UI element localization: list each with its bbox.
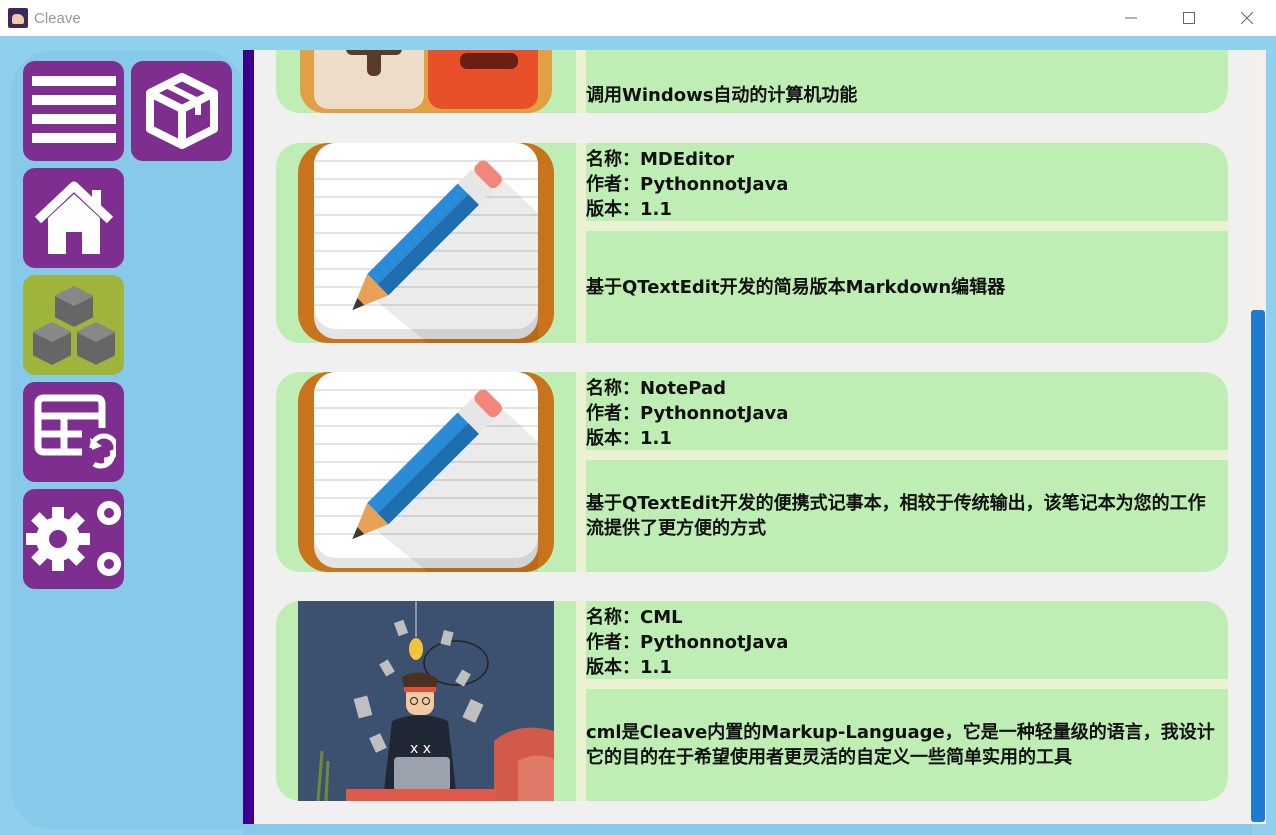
- plugin-version: 版本：1.1: [586, 199, 672, 220]
- plugin-card-mdeditor[interactable]: 名称：MDEditor 作者：PythonnotJava 版本：1.1 基于QT…: [276, 143, 1228, 343]
- card-divider: [576, 143, 586, 343]
- minimize-button[interactable]: [1102, 0, 1160, 36]
- gears-icon: [26, 501, 121, 576]
- plugin-card-cml[interactable]: x x 名称：CML 作者：PythonnotJava 版本：1.1 cml是C…: [276, 601, 1228, 801]
- app-logo-icon: [8, 8, 28, 28]
- plugin-description: 基于QTextEdit开发的简易版本Markdown编辑器: [586, 276, 1006, 298]
- plugin-author: 作者：PythonnotJava: [586, 174, 789, 195]
- scrollbar-thumb[interactable]: [1251, 310, 1265, 822]
- plugin-list[interactable]: 调用Windows自动的计算机功能 名称：MDEditor 作者：Pythonn…: [254, 50, 1250, 824]
- notepad-pencil-icon: [298, 372, 554, 572]
- home-button[interactable]: [23, 168, 124, 268]
- plugin-card-calculator[interactable]: 调用Windows自动的计算机功能: [276, 50, 1228, 113]
- plugin-version: 版本：1.1: [586, 428, 672, 449]
- card-divider: [576, 601, 586, 801]
- plugin-name: 名称：MDEditor: [586, 149, 735, 170]
- maximize-button[interactable]: [1160, 0, 1218, 36]
- card-divider-horizontal: [586, 679, 1228, 689]
- plugin-author: 作者：PythonnotJava: [586, 403, 789, 424]
- plugin-meta: 名称：MDEditor 作者：PythonnotJava 版本：1.1: [586, 147, 788, 222]
- content-bottom-edge: [243, 824, 1252, 835]
- settings-button[interactable]: [23, 489, 124, 589]
- developer-illustration-icon: x x: [298, 601, 554, 801]
- close-icon: [1241, 12, 1253, 24]
- close-button[interactable]: [1218, 0, 1276, 36]
- card-divider-horizontal: [586, 450, 1228, 460]
- plugin-name: 名称：NotePad: [586, 378, 726, 399]
- sidebar: [11, 51, 243, 829]
- menu-button[interactable]: [23, 61, 124, 161]
- table-refresh-button[interactable]: [23, 382, 124, 482]
- window-title: Cleave: [34, 9, 81, 27]
- vertical-scrollbar[interactable]: [1250, 50, 1266, 824]
- maximize-icon: [1183, 12, 1195, 24]
- plugin-meta: 名称：CML 作者：PythonnotJava 版本：1.1: [586, 605, 788, 680]
- plugin-version: 版本：1.1: [586, 657, 672, 678]
- svg-text:x x: x x: [410, 741, 431, 757]
- card-divider-horizontal: [586, 221, 1228, 231]
- home-icon: [34, 181, 113, 254]
- package-box-icon: [145, 73, 218, 149]
- plugin-description: 调用Windows自动的计算机功能: [586, 85, 858, 106]
- card-divider: [576, 372, 586, 572]
- plugins-button[interactable]: [23, 275, 124, 375]
- plugin-description: 基于QTextEdit开发的便携式记事本，相较于传统输出，该笔记本为您的工作流提…: [586, 493, 1206, 539]
- plugin-card-notepad[interactable]: 名称：NotePad 作者：PythonnotJava 版本：1.1 基于QTe…: [276, 372, 1228, 572]
- content-accent-border: [243, 50, 254, 824]
- minimize-icon: [1125, 17, 1137, 19]
- plugin-author: 作者：PythonnotJava: [586, 632, 789, 653]
- calculator-icon: [298, 50, 554, 113]
- plugin-name: 名称：CML: [586, 607, 683, 628]
- title-bar: Cleave: [0, 0, 1276, 36]
- package-button[interactable]: [131, 61, 232, 161]
- cubes-icon: [30, 284, 117, 368]
- plugin-description: cml是Cleave内置的Markup-Language，它是一种轻量级的语言，…: [586, 722, 1215, 768]
- card-divider: [576, 50, 586, 113]
- window-controls: [1102, 0, 1276, 36]
- notepad-pencil-icon: [298, 143, 554, 343]
- menu-icon: [31, 76, 116, 143]
- table-refresh-icon: [34, 394, 116, 469]
- plugin-meta: 名称：NotePad 作者：PythonnotJava 版本：1.1: [586, 376, 788, 451]
